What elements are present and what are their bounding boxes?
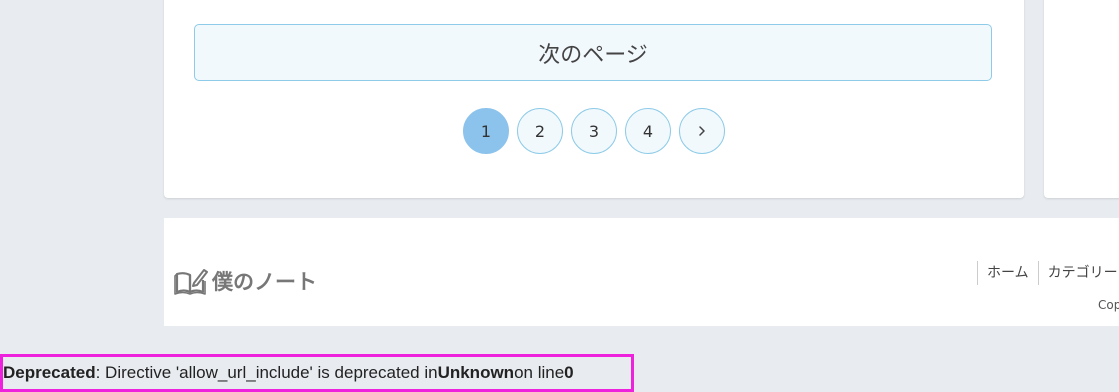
sidebar-card bbox=[1044, 0, 1119, 198]
page-1-button[interactable]: 1 bbox=[463, 108, 509, 154]
warning-label: Deprecated bbox=[3, 363, 96, 382]
copyright-text: Cop bbox=[1098, 298, 1119, 312]
logo-text: 僕のノート bbox=[212, 270, 317, 294]
chevron-right-icon bbox=[699, 126, 705, 136]
footer-nav: ホーム カテゴリー bbox=[977, 261, 1119, 285]
warning-message-part2: on line bbox=[514, 363, 565, 382]
site-logo[interactable]: 僕のノート bbox=[174, 266, 317, 296]
next-page-button[interactable]: 次のページ bbox=[194, 24, 992, 81]
open-book-pencil-icon bbox=[174, 269, 208, 295]
footer-nav-category[interactable]: カテゴリー bbox=[1037, 261, 1119, 285]
warning-message-part1: : Directive 'allow_url_include' is depre… bbox=[95, 363, 438, 382]
page-2-button[interactable]: 2 bbox=[517, 108, 563, 154]
warning-line: 0 bbox=[564, 363, 574, 382]
footer-nav-home[interactable]: ホーム bbox=[977, 261, 1038, 285]
php-deprecation-warning: Deprecated: Directive 'allow_url_include… bbox=[0, 354, 634, 392]
page-3-button[interactable]: 3 bbox=[571, 108, 617, 154]
pagination: 1 2 3 4 bbox=[463, 108, 725, 154]
page-4-button[interactable]: 4 bbox=[625, 108, 671, 154]
next-page-arrow-button[interactable] bbox=[679, 108, 725, 154]
warning-file: Unknown bbox=[437, 363, 515, 382]
